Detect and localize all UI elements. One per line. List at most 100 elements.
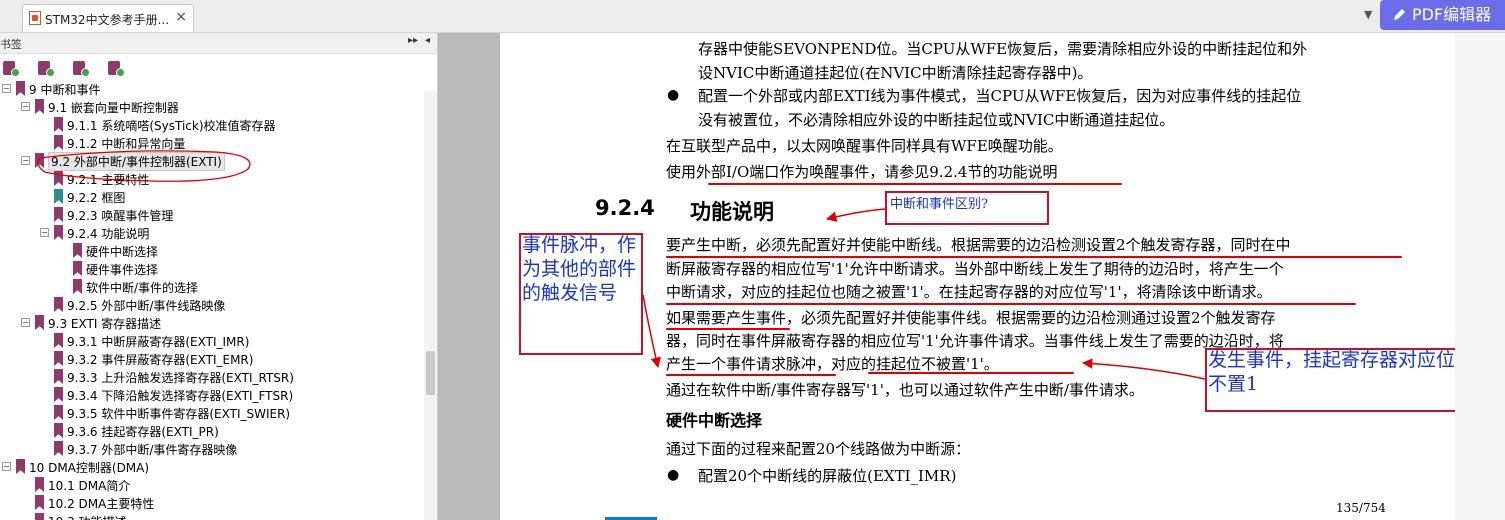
bookmark-icon [35, 495, 44, 510]
bookmark-icon [54, 423, 63, 438]
bookmark-item[interactable]: 9.3.5 软件中断事件寄存器(EXTI_SWIER) [0, 404, 425, 422]
bookmark-item[interactable]: − 9.2.4 功能说明 [0, 224, 425, 242]
bookmark-item[interactable]: 软件中断/事件的选择 [0, 278, 425, 296]
bookmark-item[interactable]: 硬件事件选择 [0, 260, 425, 278]
bookmark-icon [54, 225, 63, 240]
bookmark-item[interactable]: 9.3.6 挂起寄存器(EXTI_PR) [0, 422, 425, 440]
bookmark-item[interactable]: − 10 DMA控制器(DMA) [0, 458, 425, 476]
bookmark-icon [54, 351, 63, 366]
bookmark-label: 硬件事件选择 [86, 263, 159, 277]
document-tab-title: STM32中文参考手册... [45, 13, 170, 27]
bookmark-label: 9.2 外部中断/事件控制器(EXTI) [48, 152, 225, 171]
bookmark-item[interactable]: − 9.3 EXTI 寄存器描述 [0, 314, 425, 332]
expander-icon[interactable]: − [2, 462, 11, 471]
bookmark-label: 9.1 嵌套向量中断控制器 [48, 101, 179, 115]
bookmark-scrollbar[interactable] [424, 91, 437, 520]
tab-list-dropdown-icon[interactable]: ▼ [1364, 8, 1372, 21]
document-viewer[interactable]: 存器中使能SEVONPEND位。当CPU从WFE恢复后，需要清除相应外设的中断挂… [438, 33, 1505, 520]
tab-bar: STM32中文参考手册... × ▼ PDF编辑器 [0, 0, 1505, 33]
bookmark-icon [54, 171, 63, 186]
pdf-file-icon [29, 11, 41, 25]
bookmark-icon [35, 153, 44, 168]
bookmark-label: 9.3.3 上升沿触发选择寄存器(EXTI_RTSR) [67, 371, 294, 385]
document-tab[interactable]: STM32中文参考手册... × [22, 4, 194, 32]
pdf-page: 存器中使能SEVONPEND位。当CPU从WFE恢复后，需要清除相应外设的中断挂… [500, 33, 1465, 520]
bookmark-item[interactable]: 9.2.5 外部中断/事件线路映像 [0, 296, 425, 314]
bookmark-icon [35, 99, 44, 114]
arrow-to-event-pulse [642, 294, 661, 369]
bookmark-item[interactable]: 9.2.2 框图 [0, 188, 425, 206]
bookmark-delete-icon[interactable] [3, 61, 20, 77]
bookmark-label: 9.2.3 唤醒事件管理 [67, 209, 174, 223]
bookmark-label: 10.2 DMA主要特性 [48, 497, 155, 511]
pdf-editor-label: PDF编辑器 [1412, 5, 1492, 24]
bookmark-item[interactable]: 9.2.1 主要特性 [0, 170, 425, 188]
bookmark-item[interactable]: 9.3.4 下降沿触发选择寄存器(EXTI_FTSR) [0, 386, 425, 404]
bookmark-label: 软件中断/事件的选择 [86, 281, 199, 295]
bookmark-item[interactable]: 9.3.3 上升沿触发选择寄存器(EXTI_RTSR) [0, 368, 425, 386]
arrow-to-section-title [825, 208, 886, 222]
bookmark-scrollbar-thumb[interactable] [426, 351, 435, 395]
panel-expand-icon[interactable]: ▸▸ [408, 35, 418, 46]
bookmark-item[interactable]: 10.2 DMA主要特性 [0, 494, 425, 512]
expander-icon[interactable]: − [21, 156, 30, 165]
bookmark-item[interactable]: 9.3.7 外部中断/事件寄存器映像 [0, 440, 425, 458]
bookmark-label: 9.3.4 下降沿触发选择寄存器(EXTI_FTSR) [67, 389, 294, 403]
pdf-editor-button[interactable]: PDF编辑器 [1380, 0, 1505, 30]
bookmark-label: 9.2.1 主要特性 [67, 173, 150, 187]
expander-icon[interactable]: − [2, 84, 11, 93]
bookmark-item[interactable]: − 9.2 外部中断/事件控制器(EXTI) [0, 152, 425, 171]
bookmark-search-icon[interactable] [108, 61, 125, 77]
bookmark-icon [73, 261, 82, 276]
expander-icon[interactable]: − [40, 228, 49, 237]
bookmark-label: 9.3.5 软件中断事件寄存器(EXTI_SWIER) [67, 407, 291, 421]
bookmark-label: 9.2.4 功能说明 [67, 227, 150, 241]
bookmark-panel-title: 书签 [0, 38, 22, 51]
bookmark-item[interactable]: 10.3 功能描述 [0, 512, 425, 520]
bookmark-icon [54, 207, 63, 222]
annotation-arrows [642, 208, 1206, 380]
bookmark-item[interactable]: − 9 中断和事件 [0, 80, 425, 98]
bookmark-label: 9.3.6 挂起寄存器(EXTI_PR) [67, 425, 219, 439]
bookmark-item[interactable]: − 9.1 嵌套向量中断控制器 [0, 98, 425, 116]
bookmark-icon [73, 243, 82, 258]
bookmark-item[interactable]: 硬件中断选择 [0, 242, 425, 260]
bookmark-icon [35, 513, 44, 520]
bookmark-icon [16, 459, 25, 474]
tab-close-icon[interactable]: × [175, 9, 187, 25]
panel-collapse-icon[interactable]: ◂ [425, 35, 430, 46]
bookmark-icon [54, 405, 63, 420]
bookmark-goto-icon[interactable] [73, 61, 90, 77]
bookmark-icon [35, 477, 44, 492]
bookmark-label: 9.2.5 外部中断/事件线路映像 [67, 299, 226, 313]
bookmark-toolbar [0, 54, 437, 82]
bookmark-label: 9.3.2 事件屏蔽寄存器(EXTI_EMR) [67, 353, 254, 367]
expander-icon[interactable]: − [21, 102, 30, 111]
bookmark-icon [54, 135, 63, 150]
bookmark-icon [54, 189, 63, 204]
expander-icon[interactable]: − [21, 318, 30, 327]
bookmark-panel: 书签 ▸▸ ◂ − 9 中断和事件 − 9.1 嵌套向量中断控制器 9.1.1 系统嘀嗒… [0, 33, 438, 520]
bookmark-label: 10 DMA控制器(DMA) [29, 461, 150, 475]
bookmark-icon [54, 441, 63, 456]
bookmark-label: 9.3 EXTI 寄存器描述 [48, 317, 162, 331]
bookmark-item[interactable]: 9.3.2 事件屏蔽寄存器(EXTI_EMR) [0, 350, 425, 368]
bookmark-label: 9.1.2 中断和异常向量 [67, 137, 186, 151]
bookmark-add-icon[interactable] [38, 61, 55, 77]
bookmark-item[interactable]: 9.1.1 系统嘀嗒(SysTick)校准值寄存器 [0, 116, 425, 134]
bookmark-panel-header: 书签 ▸▸ ◂ [0, 33, 437, 54]
bookmark-item[interactable]: 9.3.1 中断屏蔽寄存器(EXTI_IMR) [0, 332, 425, 350]
bookmark-item[interactable]: 9.2.3 唤醒事件管理 [0, 206, 425, 224]
bookmark-label: 9.3.1 中断屏蔽寄存器(EXTI_IMR) [67, 335, 250, 349]
pen-icon [1394, 9, 1405, 20]
bookmark-icon [54, 117, 63, 132]
bookmark-icon [54, 369, 63, 384]
bookmark-label: 9.2.2 框图 [67, 191, 126, 205]
bookmark-item[interactable]: 10.1 DMA简介 [0, 476, 425, 494]
bookmark-icon [54, 297, 63, 312]
bookmark-icon [16, 81, 25, 96]
bookmark-label: 硬件中断选择 [86, 245, 159, 259]
bookmark-item[interactable]: 9.1.2 中断和异常向量 [0, 134, 425, 152]
bookmark-label: 9.3.7 外部中断/事件寄存器映像 [67, 443, 238, 457]
bookmark-icon [54, 387, 63, 402]
